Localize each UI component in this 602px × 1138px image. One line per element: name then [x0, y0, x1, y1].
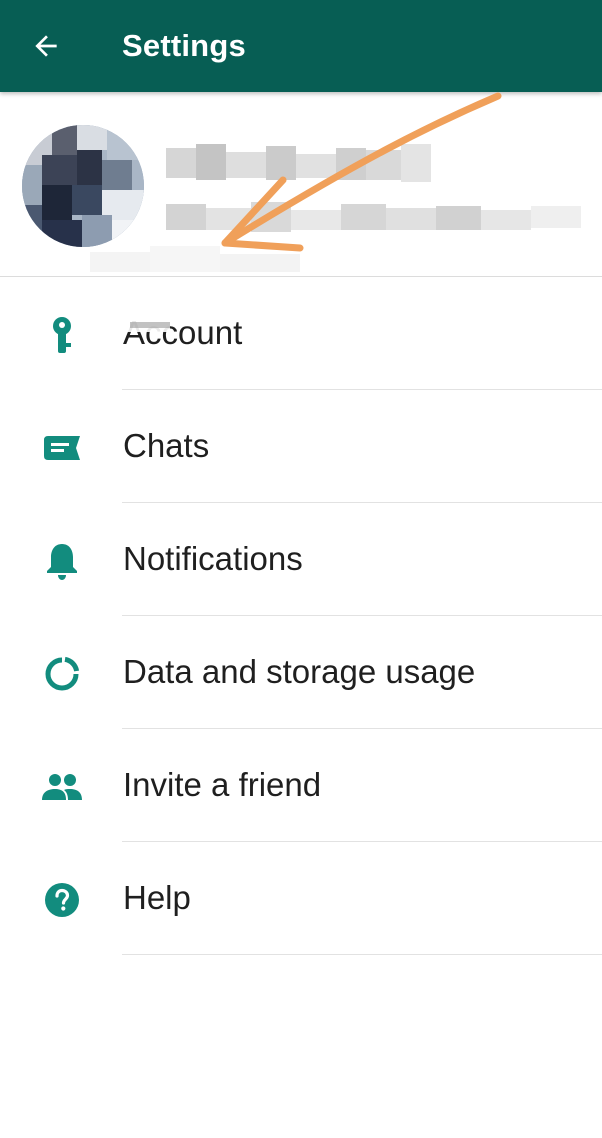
divider — [122, 954, 602, 955]
menu-label-account: Account — [123, 314, 243, 351]
key-icon — [40, 313, 84, 357]
profile-smudge — [90, 246, 300, 272]
arrow-left-icon — [35, 35, 57, 57]
data-usage-icon — [40, 652, 84, 696]
menu-item-data-storage[interactable]: Data and storage usage — [0, 616, 602, 729]
people-icon — [40, 765, 84, 809]
menu-label-help: Help — [123, 879, 191, 916]
menu-label-notifications: Notifications — [123, 540, 303, 577]
avatar[interactable] — [22, 125, 144, 247]
app-bar: Settings — [0, 0, 602, 92]
menu-label-data-storage: Data and storage usage — [123, 653, 476, 690]
page-title: Settings — [122, 28, 246, 63]
menu-item-invite[interactable]: Invite a friend — [0, 729, 602, 842]
menu-item-help[interactable]: Help — [0, 842, 602, 955]
bell-icon — [40, 539, 84, 583]
help-icon — [40, 878, 84, 922]
menu-item-account[interactable]: Account — [0, 277, 602, 390]
back-button[interactable] — [18, 22, 74, 70]
menu-label-chats: Chats — [123, 427, 210, 464]
menu-label-invite: Invite a friend — [123, 766, 322, 803]
profile-status-redacted — [166, 202, 581, 232]
chat-icon — [40, 426, 84, 470]
menu-item-notifications[interactable]: Notifications — [0, 503, 602, 616]
avatar-pixelated-image — [22, 125, 144, 247]
profile-name-redacted — [166, 144, 431, 182]
menu-item-chats[interactable]: Chats — [0, 390, 602, 503]
profile-row[interactable] — [0, 92, 602, 276]
